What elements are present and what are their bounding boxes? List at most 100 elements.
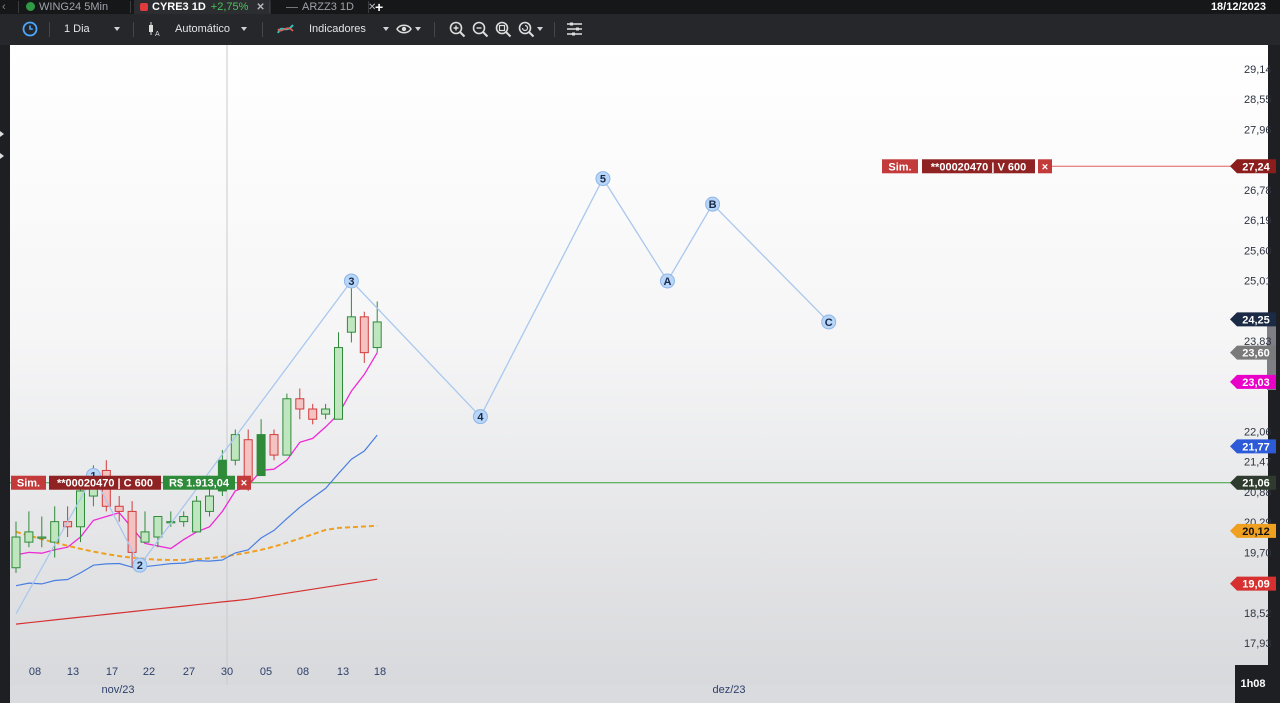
- time-tick-label: 05: [260, 666, 272, 678]
- price-tick-label: 28,55: [1244, 94, 1272, 106]
- scroll-left-icon[interactable]: ‹: [2, 0, 6, 14]
- buy-order-id: **00020470 | C 600: [57, 478, 153, 490]
- left-gutter: [0, 45, 10, 703]
- close-icon[interactable]: ✕: [256, 2, 264, 13]
- candle-type-icon[interactable]: A: [148, 14, 162, 45]
- price-tick-label: 27,96: [1244, 124, 1272, 136]
- buy-order-result: R$ 1.913,04: [169, 478, 230, 490]
- tab-wing24[interactable]: WING24 5Min: [26, 0, 108, 14]
- scale-mode-select[interactable]: Automático: [175, 14, 230, 45]
- candle-body: [321, 408, 331, 415]
- candle-body: [243, 439, 253, 482]
- price-tag: 21,77: [1242, 441, 1270, 453]
- collapse-arrow-icon[interactable]: [0, 153, 4, 159]
- time-tick-label: 27: [183, 666, 195, 678]
- zoom-in-icon[interactable]: [449, 14, 466, 45]
- settings-sliders-icon[interactable]: [566, 14, 583, 45]
- price-tick-label: 19,70: [1244, 547, 1272, 559]
- candle-body: [346, 316, 356, 333]
- chevron-down-icon[interactable]: [415, 14, 421, 45]
- sell-order-id: **00020470 | V 600: [931, 161, 1026, 173]
- time-tick-label: 08: [29, 666, 41, 678]
- candle-body: [295, 398, 305, 410]
- collapse-arrow-icon[interactable]: [0, 131, 4, 137]
- price-tick-label: 18,52: [1244, 608, 1272, 620]
- time-group-label: nov/23: [101, 684, 134, 696]
- price-tag: 20,12: [1242, 526, 1270, 538]
- close-icon: ×: [241, 478, 247, 490]
- candle-body: [153, 516, 163, 538]
- indicators-button[interactable]: Indicadores: [309, 14, 366, 45]
- svg-text:A: A: [155, 31, 160, 37]
- candle-body: [359, 316, 369, 354]
- indicators-icon[interactable]: [277, 14, 294, 45]
- candle-body: [140, 531, 150, 543]
- timeframe-select[interactable]: 1 Dia: [64, 14, 90, 45]
- price-tick-label: 26,19: [1244, 215, 1272, 227]
- price-tick-label: 26,78: [1244, 185, 1272, 197]
- candle-body: [37, 536, 47, 539]
- clock-icon[interactable]: [22, 14, 38, 45]
- current-date: 18/12/2023: [1210, 1, 1266, 13]
- lock-icon: [140, 3, 148, 11]
- price-tag: 21,06: [1242, 478, 1270, 490]
- line-icon: [286, 6, 298, 8]
- buy-order-tag: Sim.: [17, 478, 40, 490]
- time-axis-group-bar: [10, 685, 1236, 703]
- candle-body: [230, 434, 240, 461]
- time-tick-label: 08: [297, 666, 309, 678]
- price-tag: 27,24: [1242, 161, 1270, 173]
- chart-area[interactable]: 29,14 28,55 27,96 26,78 26,19 25,60 25,01 23,83…: [0, 45, 1280, 703]
- candle-body: [76, 490, 85, 528]
- close-icon: ×: [1042, 161, 1048, 173]
- time-tick-label: 13: [337, 666, 349, 678]
- candle-body: [114, 505, 124, 512]
- price-tick-label: 25,01: [1244, 275, 1272, 287]
- candle-body: [372, 321, 382, 349]
- sell-order-tag: Sim.: [888, 161, 911, 173]
- tab-arzz3[interactable]: ARZZ3 1D ✕: [286, 0, 376, 14]
- plot-background: [10, 45, 1276, 685]
- price-tick-label: 21,47: [1244, 457, 1272, 469]
- toolbar: 1 Dia A Automático Indicadores: [0, 14, 1280, 45]
- chevron-down-icon[interactable]: [114, 14, 120, 45]
- wave-label: B: [709, 199, 717, 211]
- price-chart[interactable]: 29,1428,5527,9626,7826,1925,6025,0123,83…: [0, 45, 1280, 703]
- eye-icon[interactable]: [396, 14, 412, 45]
- candle-body: [269, 434, 279, 456]
- wave-label: 4: [477, 412, 484, 424]
- price-tick-label: 22,06: [1244, 427, 1272, 439]
- price-tag: 19,09: [1242, 579, 1270, 591]
- time-tick-label: 30: [221, 666, 233, 678]
- candle-body: [24, 531, 34, 543]
- tab-change: +2,75%: [210, 1, 249, 13]
- wave-label: 5: [600, 174, 606, 186]
- chevron-down-icon[interactable]: [383, 14, 389, 45]
- time-remaining: 1h08: [1235, 665, 1271, 703]
- candle-body: [334, 347, 343, 420]
- wave-label: 3: [348, 276, 354, 288]
- time-tick-label: 17: [106, 666, 118, 678]
- zoom-reset-icon[interactable]: [518, 14, 535, 45]
- add-tab-button[interactable]: +: [375, 0, 383, 14]
- candle-body: [179, 516, 189, 523]
- zoom-fit-icon[interactable]: [495, 14, 512, 45]
- zoom-out-icon[interactable]: [472, 14, 489, 45]
- candle-body: [282, 398, 292, 456]
- chevron-down-icon[interactable]: [241, 14, 247, 45]
- tab-bar: ‹ WING24 5Min CYRE3 1D +2,75% ✕ ARZZ3 1D ✕ …: [0, 0, 1280, 14]
- price-tick-label: 29,14: [1244, 64, 1272, 76]
- candle-body: [192, 500, 202, 533]
- wave-label: C: [825, 317, 833, 329]
- tab-cyre3[interactable]: CYRE3 1D +2,75% ✕: [134, 0, 271, 14]
- time-group-label: dez/23: [712, 684, 745, 696]
- chevron-down-icon[interactable]: [537, 14, 543, 45]
- price-tick-label: 25,60: [1244, 245, 1272, 257]
- time-tick-label: 22: [143, 666, 155, 678]
- wave-label: 2: [137, 560, 143, 572]
- candle-body: [205, 495, 214, 512]
- trading-platform: ‹ WING24 5Min CYRE3 1D +2,75% ✕ ARZZ3 1D ✕ …: [0, 0, 1280, 703]
- price-tag: 23,03: [1242, 377, 1270, 389]
- wave-label: A: [663, 276, 671, 288]
- candle-body: [256, 434, 266, 477]
